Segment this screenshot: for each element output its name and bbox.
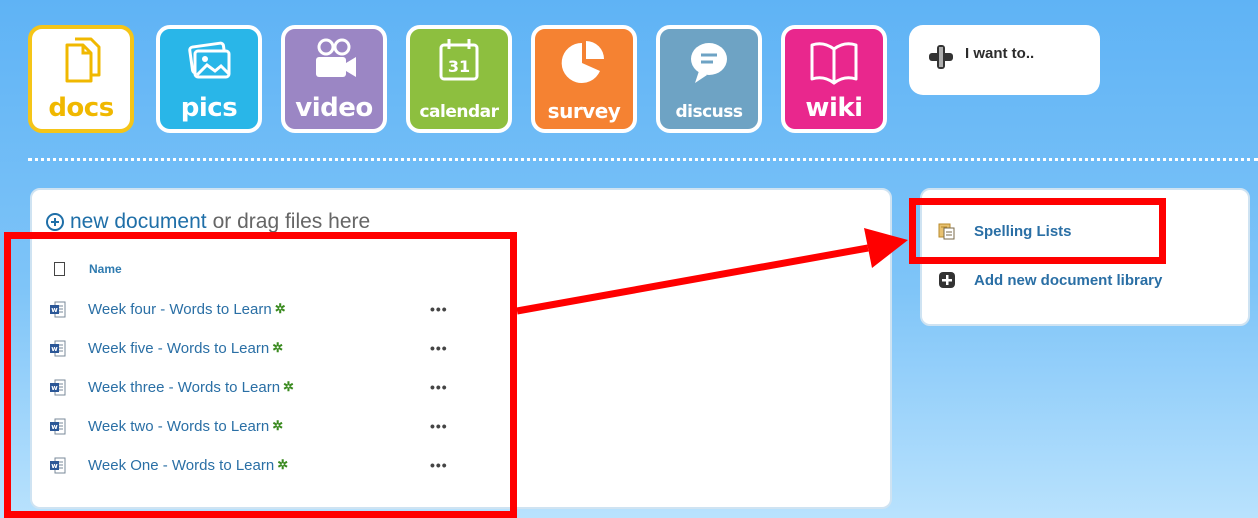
document-name[interactable]: Week three - Words to Learn: [88, 379, 280, 396]
more-options-button[interactable]: •••: [430, 340, 448, 356]
tile-calendar[interactable]: 31 calendar: [406, 25, 512, 133]
new-badge-icon: ✲: [272, 340, 284, 355]
speech-bubble-icon: [691, 43, 727, 83]
documents-icon: [65, 37, 101, 83]
new-badge-icon: ✲: [272, 418, 284, 433]
svg-text:w: w: [51, 306, 58, 314]
document-library-icon: [938, 223, 955, 240]
i-want-to-button[interactable]: I want to..: [909, 25, 1100, 95]
tile-label: wiki: [805, 93, 863, 123]
tile-label: docs: [48, 93, 114, 123]
more-options-button[interactable]: •••: [430, 418, 448, 434]
word-document-icon: w: [50, 418, 66, 434]
word-document-icon: w: [50, 301, 66, 317]
tile-label: discuss: [675, 102, 743, 122]
tile-docs[interactable]: docs: [28, 25, 134, 133]
documents-panel: new document or drag files here Name w W…: [30, 188, 892, 509]
document-row[interactable]: w Week four - Words to Learn ✲ •••: [50, 298, 447, 320]
video-camera-icon: [316, 38, 356, 77]
column-header: Name: [54, 262, 122, 276]
more-options-button[interactable]: •••: [430, 301, 448, 317]
word-document-icon: w: [50, 340, 66, 356]
svg-text:w: w: [51, 462, 58, 470]
document-row[interactable]: w Week two - Words to Learn ✲ •••: [50, 415, 447, 437]
add-library-label[interactable]: Add new document library: [974, 272, 1162, 289]
svg-text:w: w: [51, 384, 58, 392]
document-name[interactable]: Week four - Words to Learn: [88, 301, 272, 318]
plus-icon: [929, 45, 953, 69]
tile-label: pics: [180, 93, 238, 123]
more-options-button[interactable]: •••: [430, 379, 448, 395]
add-library-link[interactable]: Add new document library: [938, 271, 1162, 289]
new-document-bar[interactable]: new document or drag files here: [46, 210, 370, 234]
calendar-icon: 31: [439, 39, 479, 81]
libraries-panel: Spelling Lists Add new document library: [920, 188, 1250, 326]
tile-label: video: [295, 93, 373, 123]
dotted-divider: [28, 158, 1258, 161]
document-row[interactable]: w Week three - Words to Learn ✲ •••: [50, 376, 447, 398]
word-document-icon: w: [50, 457, 66, 473]
library-spelling-lists[interactable]: Spelling Lists: [938, 222, 1072, 240]
new-badge-icon: ✲: [283, 379, 294, 394]
document-row[interactable]: w Week One - Words to Learn ✲ •••: [50, 454, 447, 476]
pie-chart-icon: [561, 41, 604, 83]
new-document-link[interactable]: new document: [70, 210, 207, 234]
document-name[interactable]: Week two - Words to Learn: [88, 418, 269, 435]
tile-discuss[interactable]: discuss: [656, 25, 762, 133]
calendar-day: 31: [448, 57, 470, 76]
tile-label: calendar: [419, 102, 499, 122]
document-name[interactable]: Week five - Words to Learn: [88, 340, 269, 357]
open-book-icon: [810, 42, 858, 85]
file-type-icon: [54, 262, 65, 276]
pictures-icon: [188, 41, 231, 79]
document-name[interactable]: Week One - Words to Learn: [88, 457, 274, 474]
new-badge-icon: ✲: [274, 301, 286, 316]
tile-video[interactable]: video: [281, 25, 387, 133]
tile-pics[interactable]: pics: [156, 25, 262, 133]
column-name[interactable]: Name: [89, 262, 122, 276]
library-label[interactable]: Spelling Lists: [974, 223, 1072, 240]
tile-wiki[interactable]: wiki: [781, 25, 887, 133]
add-icon: [939, 272, 955, 288]
document-row[interactable]: w Week five - Words to Learn ✲ •••: [50, 337, 447, 359]
svg-text:w: w: [51, 345, 58, 353]
i-want-to-label: I want to..: [965, 45, 1035, 62]
word-document-icon: w: [50, 379, 66, 395]
new-badge-icon: ✲: [277, 457, 289, 472]
svg-text:w: w: [51, 423, 58, 431]
more-options-button[interactable]: •••: [430, 457, 448, 473]
drag-files-text: or drag files here: [212, 210, 371, 233]
tile-survey[interactable]: survey: [531, 25, 637, 133]
add-circle-icon: [46, 213, 64, 231]
tile-label: survey: [547, 99, 621, 123]
